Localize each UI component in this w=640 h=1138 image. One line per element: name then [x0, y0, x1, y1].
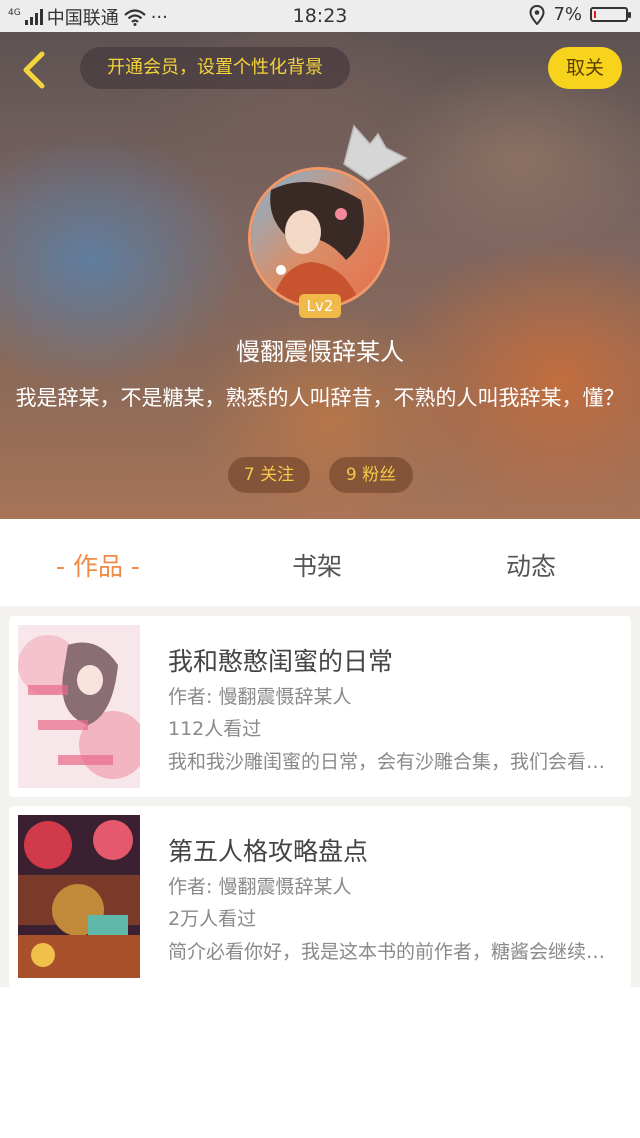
profile-tabs: - 作品 - 书架 动态: [0, 519, 640, 607]
profile-header: 4G 中国联通 ··· 18:23 7% 开通会员，设置个性化背景 取关 Lv2…: [0, 0, 640, 519]
book-cover: [18, 625, 140, 788]
fans-count-button[interactable]: 9 粉丝: [329, 457, 413, 493]
unfollow-button[interactable]: 取关: [548, 47, 622, 89]
battery-icon: [590, 7, 631, 22]
book-author: 作者: 慢翻震慑辞某人: [168, 686, 352, 708]
avatar-image: [251, 170, 387, 306]
book-author: 作者: 慢翻震慑辞某人: [168, 876, 352, 898]
book-views: 2万人看过: [168, 908, 257, 930]
level-badge: Lv2: [299, 294, 341, 318]
battery-percent: 7%: [553, 4, 582, 25]
username: 慢翻震慑辞某人: [236, 338, 404, 366]
chevron-left-icon: [23, 51, 45, 89]
book-card[interactable]: 我和憨憨闺蜜的日常 作者: 慢翻震慑辞某人 112人看过 我和我沙雕闺蜜的日常，…: [9, 616, 631, 797]
tab-activity[interactable]: 动态: [506, 547, 556, 583]
book-title: 我和憨憨闺蜜的日常: [168, 647, 394, 676]
tab-works[interactable]: - 作品 -: [56, 547, 140, 583]
book-title: 第五人格攻略盘点: [168, 837, 369, 866]
tab-bookshelf[interactable]: 书架: [292, 547, 342, 583]
user-bio: 我是辞某，不是糖某，熟悉的人叫辞昔，不熟的人叫我辞某，懂？: [15, 386, 625, 410]
following-count-button[interactable]: 7 关注: [228, 457, 310, 493]
book-cover: [18, 815, 140, 978]
works-list: 我和憨憨闺蜜的日常 作者: 慢翻震慑辞某人 112人看过 我和我沙雕闺蜜的日常，…: [0, 606, 640, 987]
book-views: 112人看过: [168, 718, 262, 740]
avatar[interactable]: [248, 167, 390, 309]
location-icon: [529, 4, 545, 25]
book-description: 简介必看你好，我是这本书的前作者，糖酱会继续更新下去的: [168, 941, 613, 963]
status-bar: 4G 中国联通 ··· 18:23 7%: [0, 0, 640, 32]
vip-background-banner[interactable]: 开通会员，设置个性化背景: [80, 47, 350, 89]
back-button[interactable]: [16, 48, 56, 92]
book-description: 我和我沙雕闺蜜的日常，会有沙雕合集，我们会看到更多精彩的故事: [168, 751, 613, 773]
book-card[interactable]: 第五人格攻略盘点 作者: 慢翻震慑辞某人 2万人看过 简介必看你好，我是这本书的…: [9, 806, 631, 987]
